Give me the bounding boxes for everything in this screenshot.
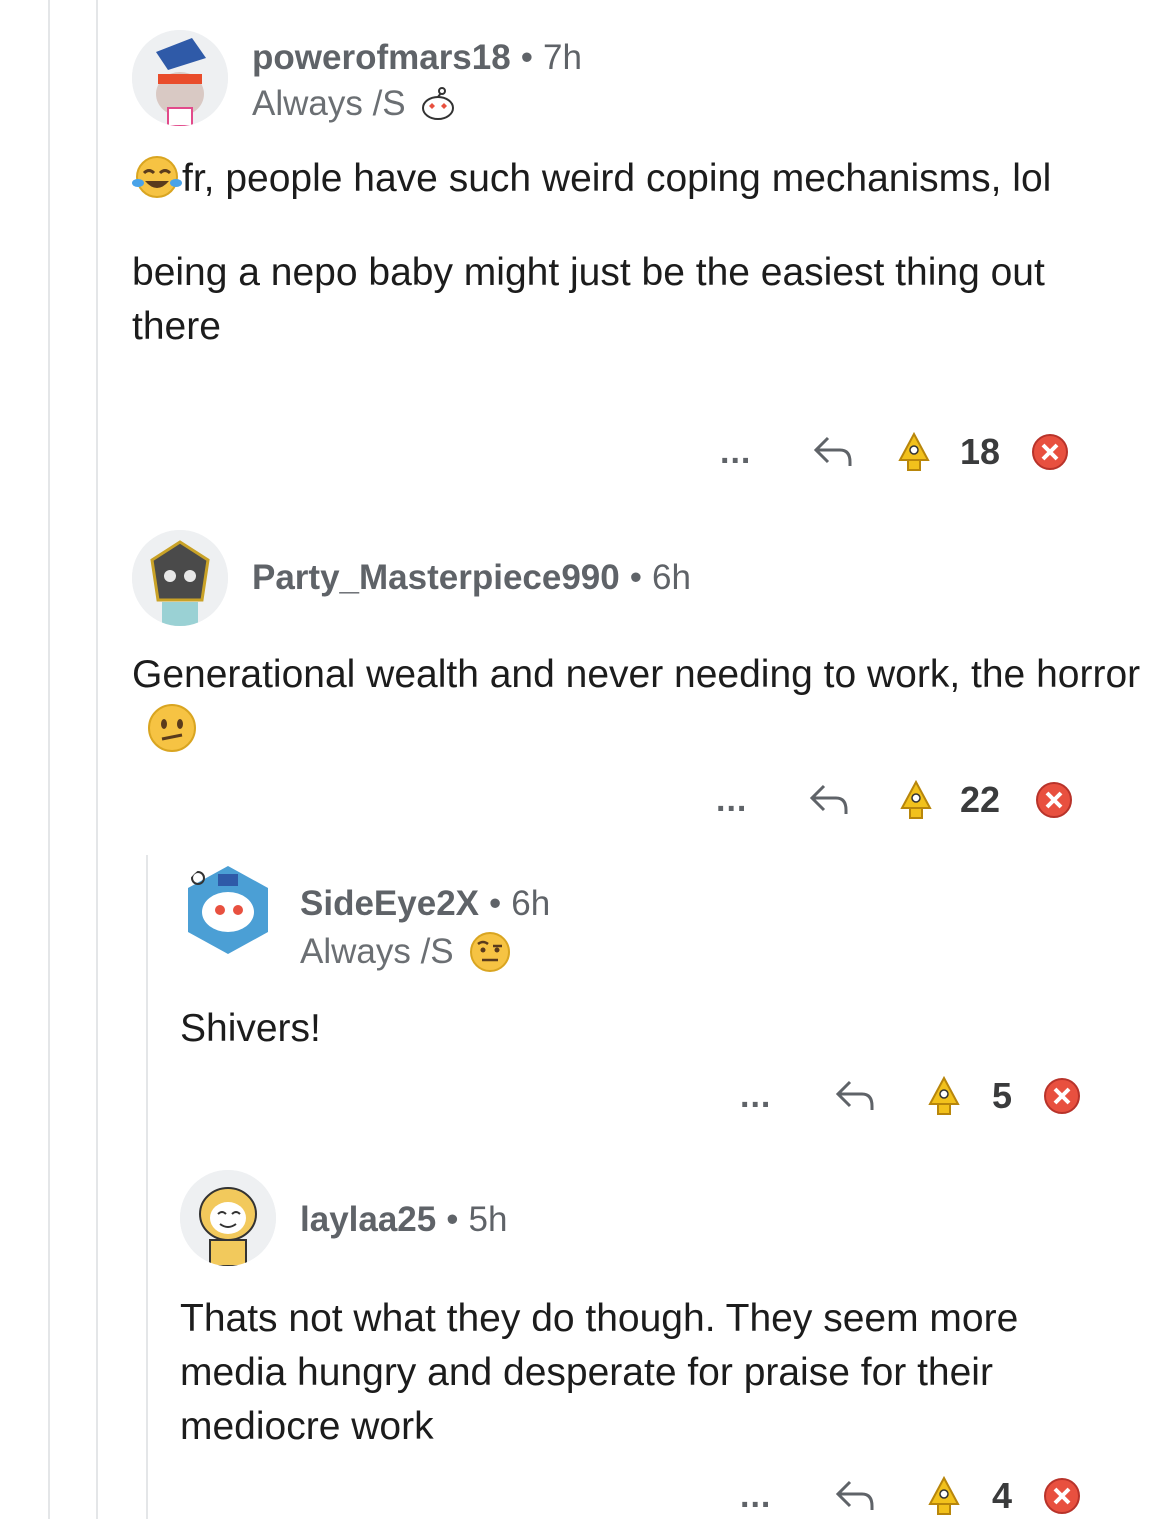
separator-dot: • bbox=[629, 558, 643, 597]
upvote-award-icon bbox=[898, 431, 930, 471]
comment-actions: ... 5 bbox=[740, 1066, 1082, 1126]
downvote-button[interactable] bbox=[1030, 432, 1070, 472]
username[interactable]: SideEye2X bbox=[300, 884, 479, 923]
comment-paragraph: Thats not what they do though. They seem… bbox=[180, 1297, 1019, 1448]
comment-paragraph: being a nepo baby might just be the easi… bbox=[132, 251, 1045, 348]
user-avatar-icon bbox=[132, 530, 228, 626]
thread-line-inner[interactable] bbox=[96, 0, 98, 1519]
downvote-x-icon bbox=[1036, 782, 1072, 818]
username[interactable]: laylaa25 bbox=[300, 1200, 436, 1239]
comment-laylaa25: laylaa25 • 5h Thats not what they do thoug… bbox=[180, 1170, 1140, 1454]
reply-button[interactable] bbox=[832, 1076, 880, 1116]
comment-body: Generational wealth and never needing to… bbox=[132, 648, 1142, 756]
comment-sideeye2x: SideEye2X • 6h Always /S Shivers! bbox=[180, 860, 1140, 1056]
confused-face-emoji bbox=[148, 703, 196, 752]
downvote-x-icon bbox=[1044, 1078, 1080, 1114]
thread-line-reply[interactable] bbox=[146, 855, 148, 1519]
upvote-button[interactable] bbox=[898, 778, 934, 822]
flair-text: Always /S bbox=[252, 84, 406, 123]
upvote-button[interactable] bbox=[896, 430, 932, 474]
comment-paragraph: Shivers! bbox=[180, 1007, 321, 1050]
avatar[interactable] bbox=[180, 860, 276, 956]
user-avatar-icon bbox=[132, 30, 228, 126]
reply-arrow-icon bbox=[835, 1080, 874, 1110]
username[interactable]: Party_Masterpiece990 bbox=[252, 558, 620, 597]
reply-button[interactable] bbox=[832, 1476, 880, 1516]
timestamp: 7h bbox=[542, 38, 582, 77]
vote-count: 18 bbox=[960, 431, 1001, 472]
raised-eyebrow-emoji bbox=[469, 932, 510, 972]
upvote-award-icon bbox=[928, 1475, 960, 1515]
separator-dot: • bbox=[489, 884, 502, 923]
user-avatar-icon bbox=[180, 1170, 276, 1266]
upvote-award-icon bbox=[928, 1075, 960, 1115]
downvote-button[interactable] bbox=[1042, 1076, 1082, 1116]
tears-of-joy-emoji bbox=[132, 155, 182, 198]
avatar[interactable] bbox=[180, 1170, 276, 1266]
comment-actions: ... 4 bbox=[740, 1466, 1082, 1526]
more-options-button[interactable]: ... bbox=[716, 781, 776, 820]
comment-paragraph: Generational wealth and never needing to… bbox=[132, 653, 1141, 696]
comment-body: Thats not what they do though. They seem… bbox=[180, 1292, 1120, 1454]
separator-dot: • bbox=[520, 38, 533, 77]
timestamp: 5h bbox=[468, 1200, 508, 1239]
vote-count: 22 bbox=[960, 779, 1001, 820]
downvote-button[interactable] bbox=[1034, 780, 1074, 820]
comment-actions: ... 18 bbox=[720, 422, 1070, 482]
user-avatar-icon bbox=[188, 866, 268, 954]
comment-powerofmars18: powerofmars18 • 7h Always /S fr, people … bbox=[132, 30, 1132, 354]
upvote-award-icon bbox=[900, 779, 932, 819]
reply-button[interactable] bbox=[810, 432, 858, 472]
upvote-button[interactable] bbox=[926, 1474, 962, 1518]
heart-eyes-snoo-icon bbox=[421, 87, 454, 120]
separator-dot: • bbox=[446, 1200, 459, 1239]
reply-arrow-icon bbox=[809, 784, 848, 814]
username[interactable]: powerofmars18 bbox=[252, 38, 511, 77]
reply-arrow-icon bbox=[835, 1480, 874, 1510]
downvote-x-icon bbox=[1044, 1478, 1080, 1514]
timestamp: 6h bbox=[652, 558, 691, 597]
flair-text: Always /S bbox=[300, 932, 454, 971]
comment-actions: ... 22 bbox=[716, 770, 1074, 830]
comment-body: Shivers! bbox=[180, 1002, 1140, 1056]
more-options-button[interactable]: ... bbox=[720, 433, 780, 472]
vote-count: 4 bbox=[992, 1475, 1013, 1516]
reply-button[interactable] bbox=[806, 780, 854, 820]
reply-arrow-icon bbox=[813, 436, 852, 466]
more-options-button[interactable]: ... bbox=[740, 1077, 800, 1116]
thread-line-outer[interactable] bbox=[48, 0, 50, 1519]
downvote-button[interactable] bbox=[1042, 1476, 1082, 1516]
user-flair: Always /S bbox=[300, 930, 550, 974]
user-flair: Always /S bbox=[252, 84, 582, 124]
more-options-button[interactable]: ... bbox=[740, 1477, 800, 1516]
upvote-button[interactable] bbox=[926, 1074, 962, 1118]
comment-body: fr, people have such weird coping mechan… bbox=[132, 152, 1132, 354]
comment-party-masterpiece990: Party_Masterpiece990 • 6h Generational wea… bbox=[132, 530, 1142, 756]
downvote-x-icon bbox=[1032, 434, 1068, 470]
avatar[interactable] bbox=[132, 30, 228, 126]
vote-count: 5 bbox=[992, 1075, 1013, 1116]
avatar[interactable] bbox=[132, 530, 228, 626]
comment-paragraph: fr, people have such weird coping mechan… bbox=[182, 157, 1052, 200]
timestamp: 6h bbox=[511, 884, 551, 923]
